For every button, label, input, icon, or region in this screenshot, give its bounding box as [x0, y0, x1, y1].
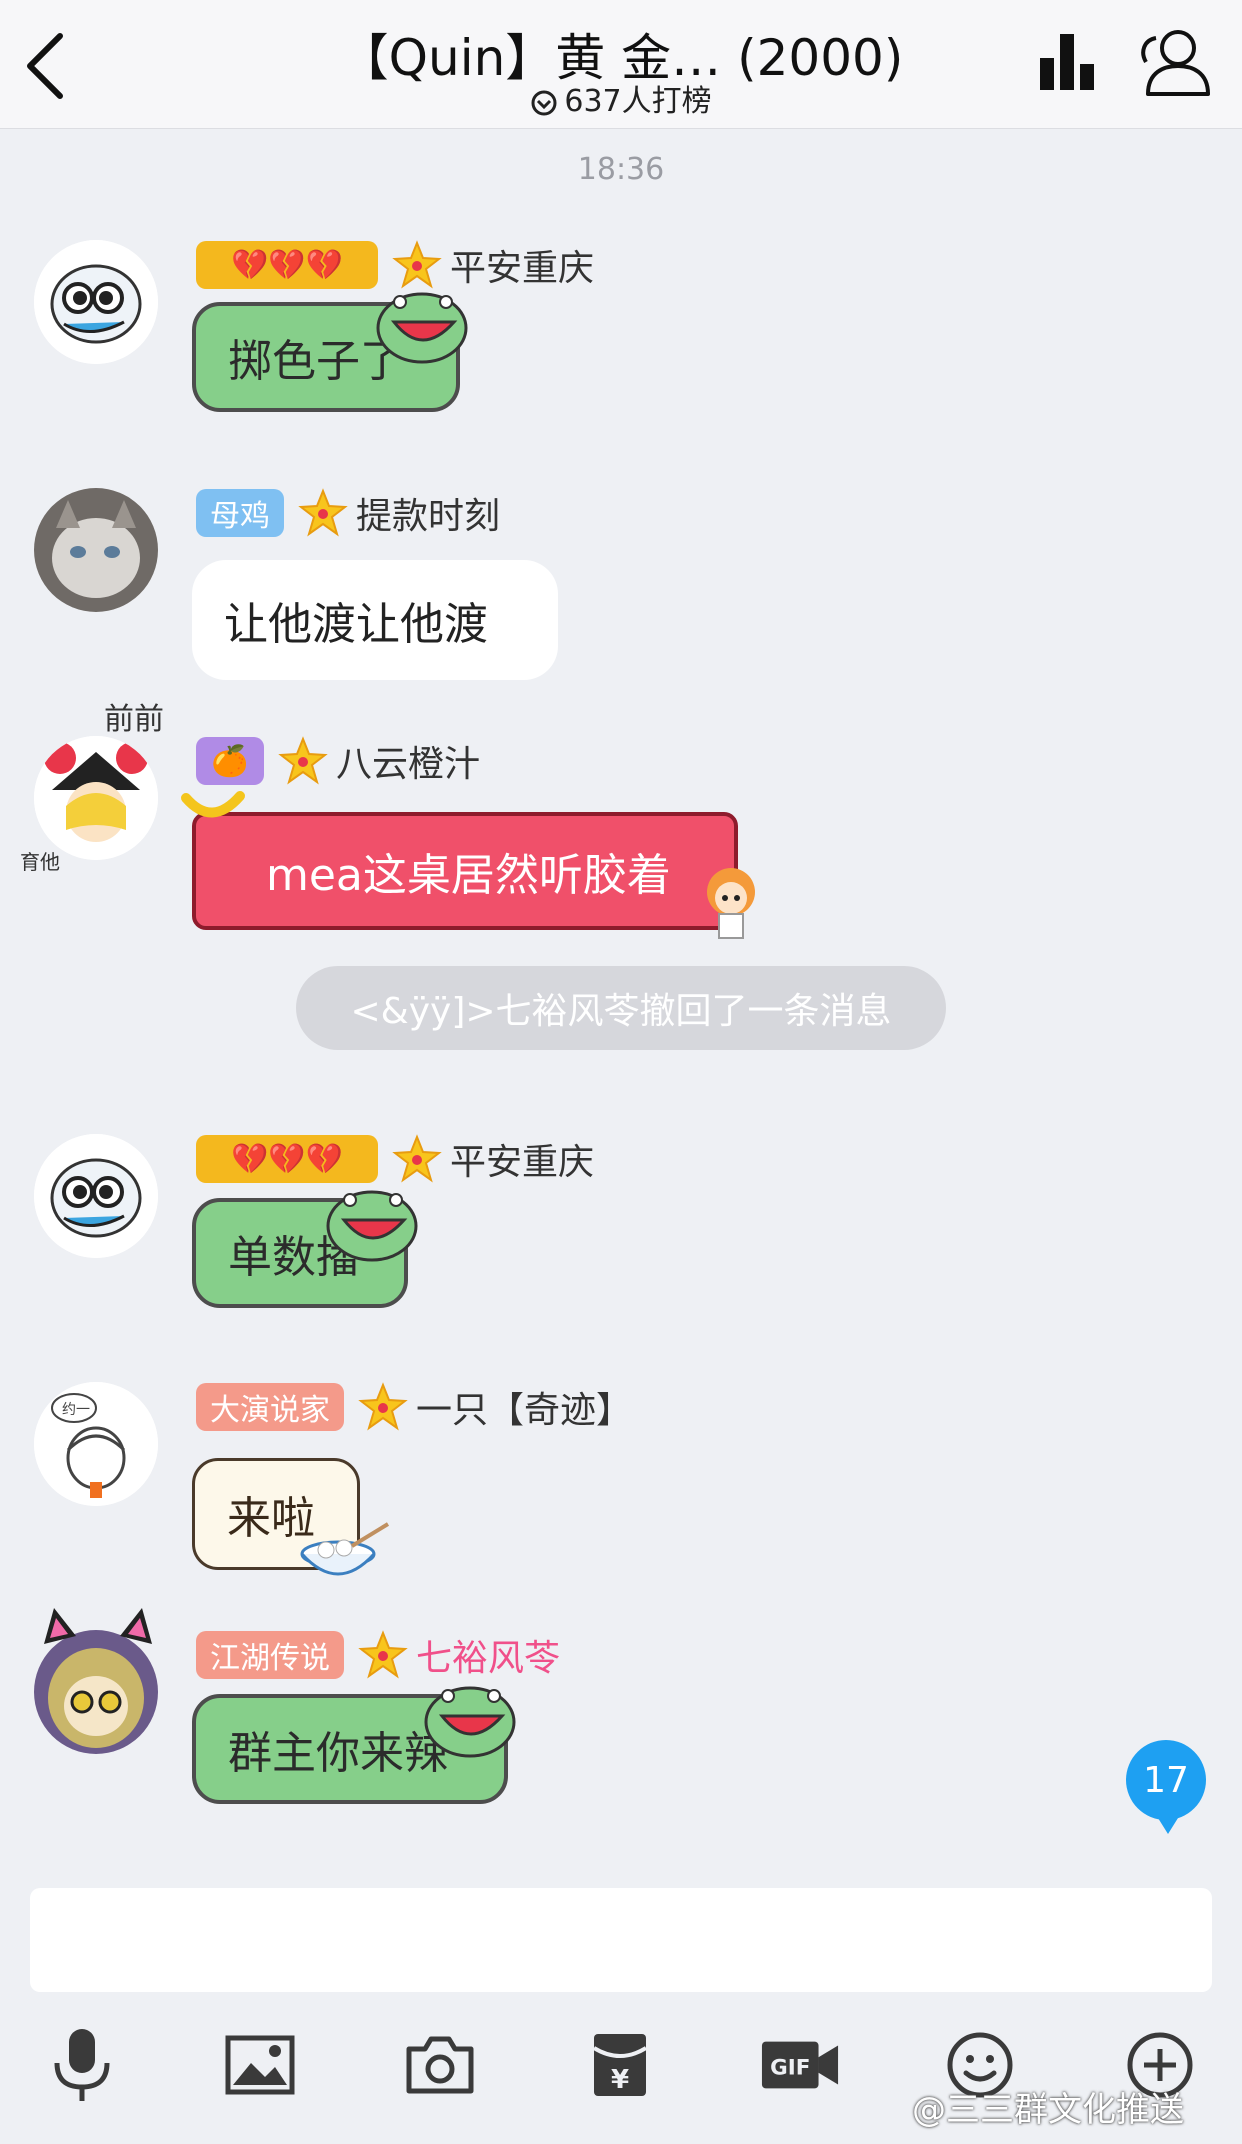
avatar[interactable] [34, 1134, 158, 1258]
rank-icon [531, 90, 557, 115]
robot-avatar-icon [34, 1134, 158, 1258]
sender-name[interactable]: 八云橙汁 [336, 735, 480, 787]
star-icon [358, 1382, 408, 1431]
title-badge: 江湖传说 [196, 1631, 344, 1679]
message-meta: 江湖传说 七裕风苓 [196, 1630, 560, 1680]
sender-name[interactable]: 一只【奇迹】 [416, 1381, 632, 1433]
bar-chart-icon[interactable] [1036, 30, 1100, 94]
message-text: 让他渡让他渡 [224, 599, 488, 650]
chat-header: 【Quin】黄 金… (2000) 637人打榜 [0, 0, 1242, 129]
message-text: 群主你来辣 [228, 1728, 448, 1779]
unread-count-badge[interactable]: 17 [1126, 1740, 1206, 1834]
star-icon [358, 1630, 408, 1679]
image-icon[interactable] [220, 2020, 300, 2110]
avatar-caption: 前前 [104, 702, 164, 737]
chibi-girl-sticker-icon [707, 868, 755, 939]
dino-sticker-icon [424, 1686, 516, 1758]
sender-name[interactable]: 平安重庆 [450, 1133, 594, 1185]
group-members-icon[interactable] [1134, 26, 1214, 100]
robot-avatar-icon [34, 240, 158, 364]
chat-timestamp: 18:36 [577, 152, 665, 187]
rank-count: 637人打榜 [564, 84, 712, 119]
rice-bowl-sticker-icon [300, 1522, 390, 1576]
message-input[interactable] [30, 1888, 1212, 1992]
message-bubble[interactable]: 让他渡让他渡 [192, 560, 558, 680]
avatar[interactable] [34, 488, 158, 612]
avatar-caption: 约一 [62, 1402, 90, 1418]
avatar-caption: 育他 [20, 850, 60, 874]
title-badge: 母鸡 [196, 489, 284, 537]
star-icon [392, 1134, 442, 1183]
message-text: mea这桌居然听胶着 [266, 850, 671, 901]
avatar[interactable] [34, 1630, 158, 1754]
dino-sticker-icon [376, 292, 468, 364]
gif-icon[interactable]: GIF [760, 2020, 840, 2110]
sender-name[interactable]: 提款时刻 [356, 487, 500, 539]
red-packet-icon[interactable]: ¥ [580, 2020, 660, 2110]
cat-ears-avatar-icon [34, 1630, 158, 1754]
avatar[interactable] [34, 736, 158, 860]
avatar[interactable]: 约一 [34, 1382, 158, 1506]
title-badge: 💔💔💔 [196, 1135, 378, 1183]
sketch-avatar-icon: 约一 [34, 1382, 158, 1506]
cat-ears-icon [44, 1608, 152, 1644]
cat-avatar-icon [34, 488, 158, 612]
banana-sticker-icon [181, 791, 245, 818]
message-bubble[interactable]: mea这桌居然听胶着 [192, 812, 738, 930]
message-meta: 💔💔💔 平安重庆 [196, 1134, 594, 1184]
title-badge: 💔💔💔 [196, 241, 378, 289]
message-meta: 大演说家 一只【奇迹】 [196, 1382, 632, 1432]
star-icon [298, 488, 348, 537]
title-badge: 大演说家 [196, 1383, 344, 1431]
sender-name[interactable]: 七裕风苓 [416, 1629, 560, 1681]
svg-text:GIF: GIF [770, 2056, 810, 2081]
recall-notice: <&ÿÿ]>七裕风苓撤回了一条消息 [296, 966, 946, 1050]
camera-icon[interactable] [400, 2020, 480, 2110]
watermark: @三三群文化推送 [912, 2090, 1184, 2130]
anime-avatar-icon [34, 736, 158, 860]
message-meta: 母鸡 提款时刻 [196, 488, 500, 538]
title-badge: 🍊 [196, 737, 264, 785]
svg-text:¥: ¥ [611, 2065, 629, 2095]
avatar[interactable] [34, 240, 158, 364]
microphone-icon[interactable] [42, 2020, 122, 2110]
star-icon [278, 736, 328, 785]
dino-sticker-icon [326, 1190, 418, 1262]
message-meta: 🍊 八云橙汁 [196, 736, 480, 786]
